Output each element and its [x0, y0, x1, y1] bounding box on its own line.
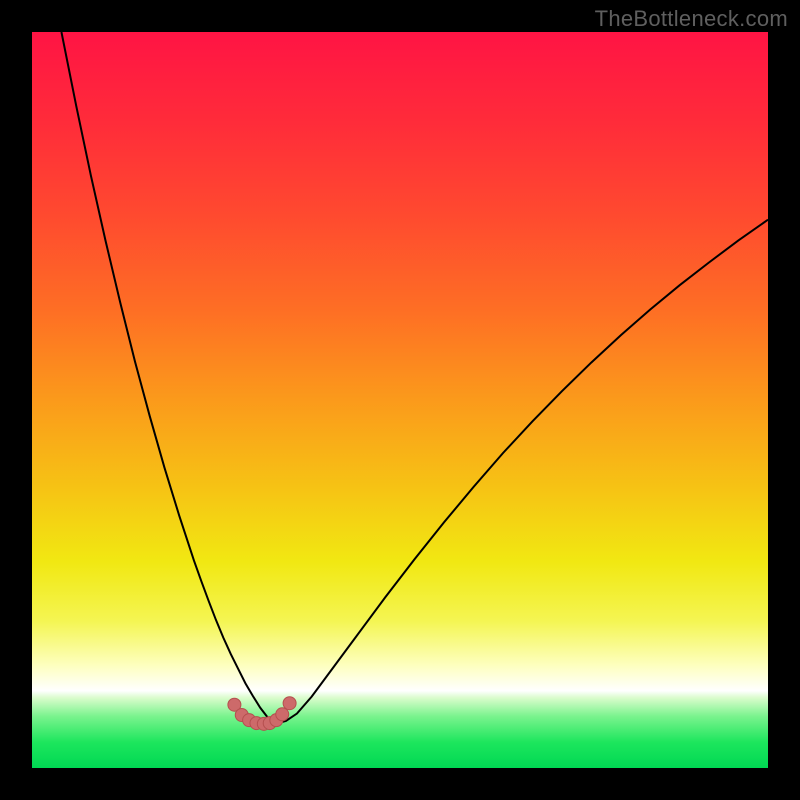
plot-area — [32, 32, 768, 768]
chart-svg — [32, 32, 768, 768]
watermark-text: TheBottleneck.com — [595, 6, 788, 32]
chart-frame: TheBottleneck.com — [0, 0, 800, 800]
data-marker — [283, 697, 296, 710]
chart-background — [32, 32, 768, 768]
data-marker — [276, 708, 289, 721]
